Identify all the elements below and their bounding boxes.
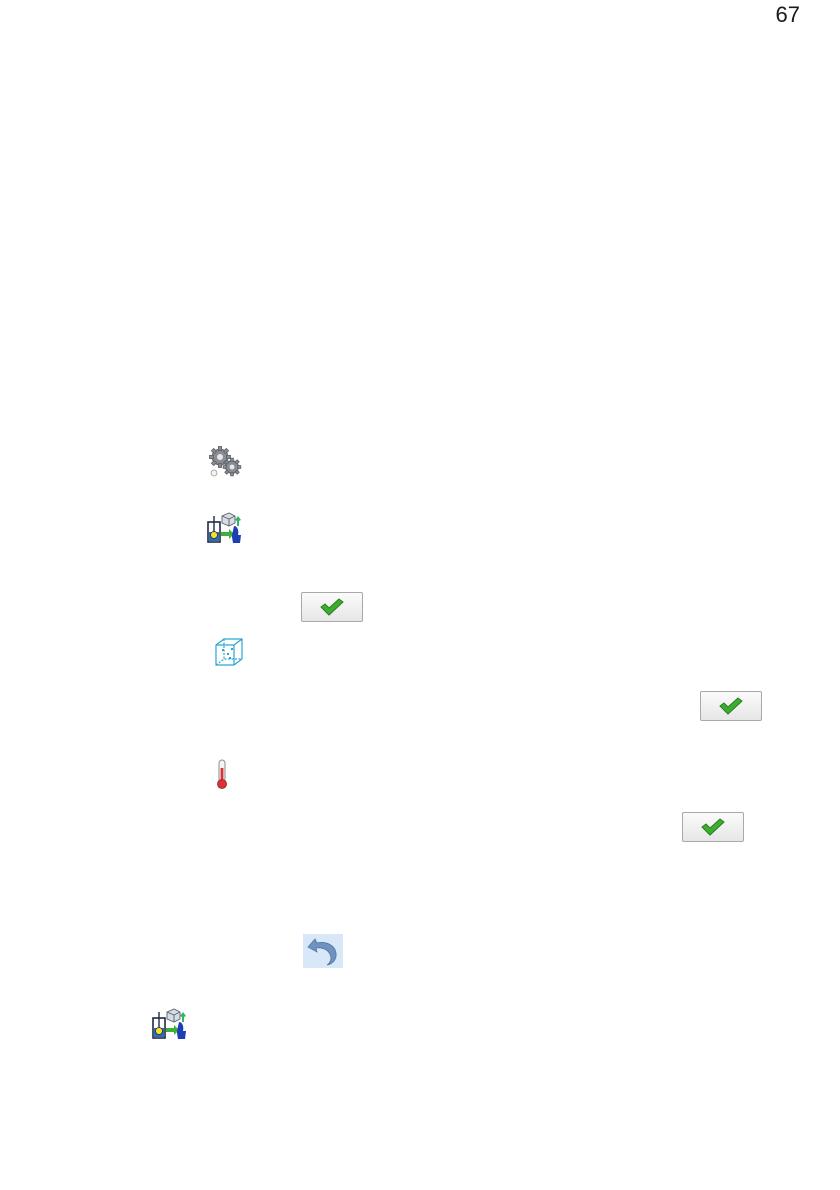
checkmark-icon bbox=[701, 818, 725, 836]
checkmark-icon bbox=[320, 598, 344, 616]
checkmark-icon bbox=[719, 697, 743, 715]
undo-arrow-icon bbox=[307, 938, 337, 966]
chamber-cube-icon bbox=[215, 638, 243, 666]
thermometer-icon bbox=[217, 759, 227, 789]
confirm-button[interactable] bbox=[700, 691, 762, 721]
settings-gears-icon bbox=[209, 446, 242, 477]
adjustment-procedure-icon bbox=[152, 1008, 186, 1039]
page-number: 67 bbox=[775, 2, 800, 27]
confirm-button[interactable] bbox=[301, 592, 363, 622]
back-button[interactable] bbox=[303, 934, 343, 968]
confirm-button[interactable] bbox=[682, 812, 744, 842]
adjustment-procedure-icon bbox=[207, 512, 241, 543]
